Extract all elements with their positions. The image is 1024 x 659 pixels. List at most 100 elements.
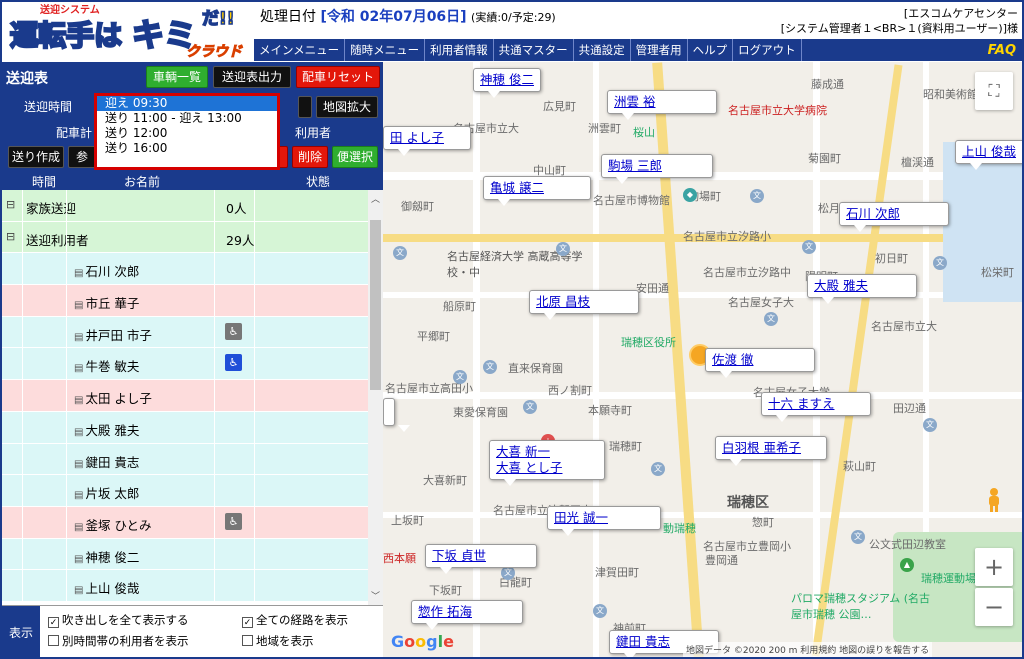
group-row-family[interactable]: ⊟ 家族送迎 0人 — [2, 190, 368, 222]
poi-icon[interactable]: 文 — [501, 566, 515, 580]
convenience-select-button[interactable]: 便選択 — [332, 146, 378, 168]
user-bubble[interactable]: 佐渡 徹 — [705, 348, 815, 378]
user-bubble[interactable]: 亀城 譲二 — [483, 176, 591, 206]
user-bubble[interactable]: 神穂 俊二 — [473, 68, 541, 98]
menu-common-master[interactable]: 共通マスター — [494, 39, 574, 61]
poi-icon[interactable]: 文 — [523, 400, 537, 414]
map-label: 安田通 — [636, 282, 669, 295]
user-bubble[interactable]: 駒場 三郎 — [601, 154, 713, 184]
poi-icon[interactable]: 文 — [651, 462, 665, 476]
poi-icon[interactable]: 文 — [851, 530, 865, 544]
menu-common-settings[interactable]: 共通設定 — [574, 39, 631, 61]
date-value: [令和 02年07月06日] — [320, 9, 467, 25]
user-bubble-partial[interactable] — [383, 398, 410, 432]
menu-logout[interactable]: ログアウト — [733, 39, 802, 61]
user-name: 神穂 俊二 — [85, 549, 140, 565]
time-dropdown[interactable]: 迎え 09:30 送り 11:00 - 迎え 13:00 送り 12:00 送り… — [94, 93, 280, 170]
checkbox-checked[interactable]: ✓ — [242, 617, 253, 628]
poi-icon[interactable]: 文 — [923, 418, 937, 432]
date-stats: (実績:0/予定:29) — [471, 11, 556, 24]
scroll-down-icon[interactable]: ﹀ — [368, 589, 383, 603]
collapse-icon[interactable]: ⊟ — [6, 198, 15, 211]
menu-main[interactable]: メインメニュー — [254, 39, 346, 61]
other-time-option[interactable]: 別時間帯の利用者を表示 — [48, 633, 189, 649]
museum-icon[interactable]: ◆ — [683, 188, 697, 202]
grid-scrollbar[interactable]: ︿ ﹀ — [368, 190, 383, 605]
table-row[interactable]: ▤ 太田 よし子 — [2, 380, 368, 412]
stadium-icon[interactable]: ▲ — [900, 558, 914, 572]
map-zoom-button[interactable]: 地図拡大 — [316, 96, 378, 118]
collapse-icon[interactable]: ⊟ — [6, 230, 15, 243]
export-button[interactable]: 送迎表出力 — [213, 66, 291, 88]
faq-link[interactable]: FAQ — [988, 43, 1016, 58]
map-attribution[interactable]: 地図データ ©2020 200 m 利用規約 地図の誤りを報告する — [683, 642, 933, 657]
dropdown-option[interactable]: 送り 16:00 — [97, 141, 277, 156]
table-row[interactable]: ▤ 牛巻 敏夫 ♿ — [2, 348, 368, 381]
poi-icon[interactable]: 文 — [556, 242, 570, 256]
vehicle-list-button[interactable]: 車輌一覧 — [146, 66, 208, 88]
org-name: [エスコムケアセンター — [903, 7, 1018, 20]
poi-icon[interactable]: 文 — [764, 312, 778, 326]
table-row[interactable]: ▤ 石川 次郎 — [2, 253, 368, 286]
table-row[interactable]: ▤ 釜塚 ひとみ ♿ — [2, 506, 368, 539]
dropdown-option[interactable]: 迎え 09:30 — [97, 96, 277, 111]
zoom-out-button[interactable]: − — [975, 588, 1013, 626]
table-row[interactable]: ▤ 井戸田 市子 ♿ — [2, 316, 368, 349]
poi-icon[interactable]: 文 — [933, 256, 947, 270]
table-row[interactable]: ▤ 市丘 華子 — [2, 285, 368, 317]
menu-help[interactable]: ヘルプ — [688, 39, 734, 61]
user-bubble[interactable]: 十六 ますえ — [761, 392, 871, 422]
poi-icon[interactable]: 文 — [393, 246, 407, 260]
delete-button[interactable]: 削除 — [292, 146, 328, 168]
table-row[interactable]: ▤ 上山 俊哉 — [2, 570, 368, 602]
fullscreen-icon[interactable]: ⛶ — [975, 72, 1013, 110]
user-bubble[interactable]: 洲雲 裕 — [607, 90, 717, 120]
reference-button[interactable]: 参 — [68, 146, 96, 168]
menu-admin[interactable]: 管理者用 — [631, 39, 688, 61]
time-label: 送迎時間 — [24, 100, 73, 114]
reset-dispatch-button[interactable]: 配車リセット — [296, 66, 380, 88]
dropdown-option[interactable]: 送り 12:00 — [97, 126, 277, 141]
table-row[interactable]: ▤ 神穂 俊二 — [2, 538, 368, 571]
menu-adhoc[interactable]: 随時メニュー — [345, 39, 426, 61]
street-view-icon[interactable] — [983, 487, 1005, 513]
checkbox-checked[interactable]: ✓ — [48, 617, 59, 628]
menu-user-info[interactable]: 利用者情報 — [425, 39, 494, 61]
map-label: 平郷町 — [417, 330, 450, 343]
dropdown-option[interactable]: 送り 11:00 - 迎え 13:00 — [97, 111, 277, 126]
user-name: 大殿 雅夫 — [85, 422, 140, 438]
group-count: 29人 — [226, 232, 255, 248]
show-all-routes-option[interactable]: ✓ 全ての経路を表示 — [242, 612, 348, 628]
route-map[interactable]: 広見町 藤成通 名古屋市立大 名古屋市立大学病院 昭和美術館 洲雲町 桜山 菊園… — [383, 62, 1022, 657]
group-row-users[interactable]: ⊟ 送迎利用者 29人 — [2, 221, 368, 254]
user-bubble[interactable]: 白羽根 亜希子 — [715, 436, 827, 466]
checkbox[interactable] — [48, 635, 59, 646]
scroll-up-icon[interactable]: ︿ — [368, 192, 383, 206]
poi-icon[interactable]: 文 — [802, 240, 816, 254]
checkbox[interactable] — [242, 635, 253, 646]
poi-icon[interactable]: 文 — [483, 360, 497, 374]
user-bubble[interactable]: 石川 次郎 — [839, 202, 949, 232]
poi-icon[interactable]: 文 — [750, 189, 764, 203]
table-row[interactable]: ▤ 大殿 雅夫 — [2, 411, 368, 444]
poi-icon[interactable]: 文 — [453, 370, 467, 384]
create-send-button[interactable]: 送り作成 — [8, 146, 64, 168]
user-bubble[interactable]: 田 よし子 — [383, 126, 471, 156]
user-bubble[interactable]: 大喜 新一 大喜 とし子 — [489, 440, 605, 486]
user-bubble[interactable]: 上山 俊哉 — [955, 140, 1022, 170]
user-bubble[interactable]: 下坂 貞世 — [425, 544, 537, 574]
poi-icon[interactable]: 文 — [593, 604, 607, 618]
show-all-bubbles-option[interactable]: ✓ 吹き出しを全て表示する — [48, 612, 189, 628]
user-name: 太田 よし子 — [85, 391, 152, 407]
user-bubble[interactable]: 惣作 拓海 — [411, 600, 523, 630]
area-option[interactable]: 地域を表示 — [242, 633, 314, 649]
user-bubble[interactable]: 大殿 雅夫 — [807, 274, 917, 304]
table-row[interactable]: ▤ 片坂 太郎 — [2, 475, 368, 507]
app-logo[interactable]: 送迎システム 運転手は キミ だ!! クラウド — [4, 2, 252, 62]
user-bubble[interactable]: 田光 誠一 — [547, 506, 661, 536]
table-row[interactable]: ▤ 鍵田 貴志 — [2, 443, 368, 476]
time-nav-button[interactable] — [298, 96, 312, 118]
scroll-thumb[interactable] — [370, 220, 381, 390]
zoom-in-button[interactable]: + — [975, 548, 1013, 586]
user-bubble[interactable]: 北原 昌枝 — [529, 290, 639, 320]
